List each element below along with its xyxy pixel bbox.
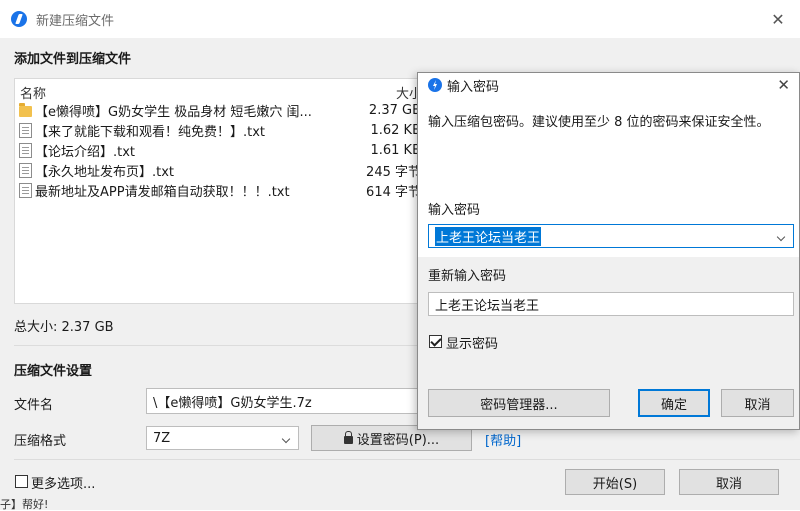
help-link[interactable]: [帮助] — [485, 430, 521, 449]
set-password-label: 设置密码(P)... — [356, 432, 440, 448]
background-text-fragment: 子】帮好! — [0, 498, 49, 511]
file-size: 1.62 KB — [370, 122, 421, 138]
text-file-icon — [19, 142, 32, 158]
confirm-password-input[interactable]: 上老王论坛当老王 — [428, 292, 794, 316]
file-name: 【永久地址发布页】.txt — [35, 164, 175, 180]
format-select[interactable]: 7Z — [146, 426, 299, 450]
settings-heading: 压缩文件设置 — [14, 364, 93, 379]
format-value: 7Z — [153, 430, 171, 446]
password-manager-button[interactable]: 密码管理器... — [428, 389, 610, 417]
dialog-cancel-button[interactable]: 取消 — [721, 389, 794, 417]
show-password-label[interactable]: 显示密码 — [446, 333, 498, 352]
filename-input[interactable]: \【e懒得喷】G奶女学生.7z — [146, 388, 417, 414]
dialog-title: 输入密码 — [447, 79, 500, 95]
list-item[interactable]: 最新地址及APP请发邮箱自动获取！！！.txt 614 字节 — [19, 180, 435, 200]
format-label: 压缩格式 — [14, 434, 67, 449]
folder-icon — [19, 102, 32, 117]
file-name: 最新地址及APP请发邮箱自动获取！！！.txt — [35, 184, 290, 200]
more-options-label[interactable]: 更多选项... — [31, 473, 95, 492]
lock-icon — [343, 431, 353, 444]
title-bar: 新建压缩文件 ✕ — [0, 0, 800, 38]
list-item[interactable]: 【永久地址发布页】.txt 245 字节 — [19, 160, 435, 180]
password-dialog: 输入密码 ✕ 输入压缩包密码。建议使用至少 8 位的密码来保证安全性。 输入密码… — [417, 72, 800, 430]
confirm-password-label: 重新输入密码 — [428, 269, 507, 284]
password-value: 上老王论坛当老王 — [435, 226, 542, 246]
file-size: 2.37 GB — [368, 102, 421, 118]
file-list-header: 名称 大小 — [20, 81, 435, 102]
password-label: 输入密码 — [428, 203, 481, 218]
app-logo-icon — [11, 11, 27, 27]
list-item[interactable]: 【来了就能下载和观看！纯免费！】.txt 1.62 KB — [19, 120, 435, 140]
more-options-checkbox[interactable] — [15, 475, 28, 488]
file-name: 【e懒得喷】G奶女学生 极品身材 短毛嫩穴 闺... — [35, 104, 312, 120]
password-input[interactable]: 上老王论坛当老王 — [428, 224, 794, 248]
close-icon[interactable]: ✕ — [777, 76, 790, 94]
start-button[interactable]: 开始(S) — [565, 469, 665, 495]
window-title: 新建压缩文件 — [36, 13, 115, 29]
add-files-heading: 添加文件到压缩文件 — [14, 52, 132, 67]
show-password-checkbox[interactable] — [429, 335, 442, 348]
cancel-button[interactable]: 取消 — [679, 469, 779, 495]
divider — [14, 459, 800, 460]
file-size: 614 字节 — [366, 184, 421, 200]
file-name: 【来了就能下载和观看！纯免费！】.txt — [35, 124, 266, 140]
filename-label: 文件名 — [14, 398, 54, 413]
ok-button[interactable]: 确定 — [638, 389, 710, 417]
close-icon[interactable]: ✕ — [760, 0, 796, 38]
dialog-description: 输入压缩包密码。建议使用至少 8 位的密码来保证安全性。 — [428, 115, 770, 130]
file-size: 1.61 KB — [370, 142, 421, 158]
text-file-icon — [19, 182, 32, 198]
dialog-title-bar: 输入密码 ✕ — [418, 73, 799, 97]
app-logo-icon — [428, 78, 442, 92]
file-list[interactable]: 名称 大小 【e懒得喷】G奶女学生 极品身材 短毛嫩穴 闺... 2.37 GB… — [14, 78, 436, 304]
list-item[interactable]: 【论坛介绍】.txt 1.61 KB — [19, 140, 435, 160]
file-name: 【论坛介绍】.txt — [35, 144, 136, 160]
list-item[interactable]: 【e懒得喷】G奶女学生 极品身材 短毛嫩穴 闺... 2.37 GB — [19, 100, 435, 120]
file-size: 245 字节 — [366, 164, 421, 180]
text-file-icon — [19, 162, 32, 178]
total-size-text: 总大小: 2.37 GB — [14, 320, 114, 335]
text-file-icon — [19, 122, 32, 138]
